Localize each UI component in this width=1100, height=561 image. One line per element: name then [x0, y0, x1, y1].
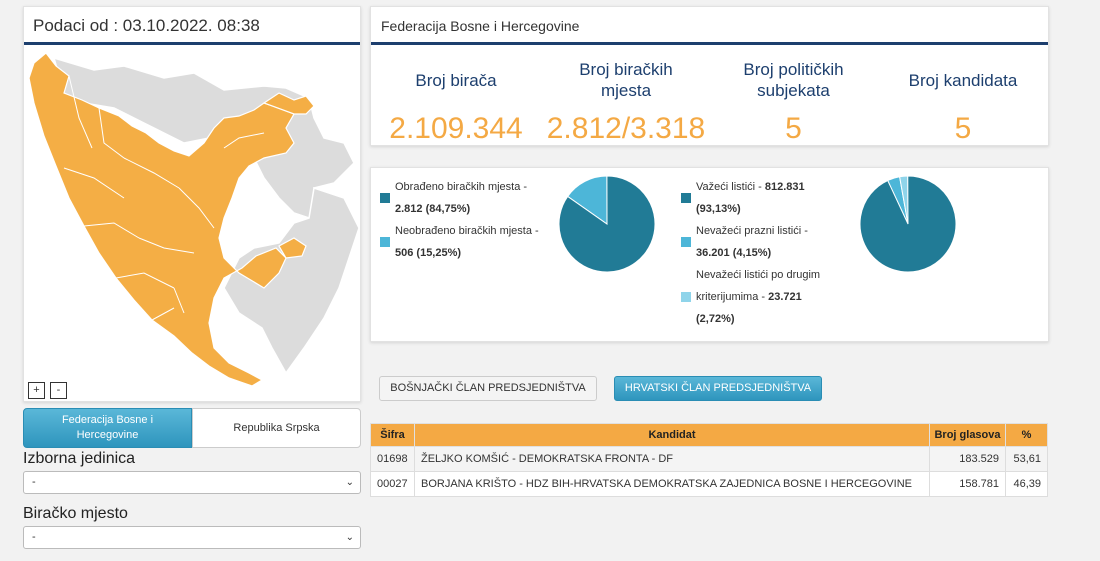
stats-panel: Federacija Bosne i Hercegovine Broj bira… — [370, 6, 1049, 146]
stat-parties-label: Broj političkih subjekata — [743, 60, 844, 100]
cell-code: 00027 — [370, 471, 415, 497]
chevron-down-icon: ⌄ — [345, 532, 354, 543]
polling-station-select[interactable]: - ⌄ — [23, 526, 361, 549]
stat-stations-value: 2.812/3.318 — [546, 112, 706, 145]
legend-valid-label: Važeći listići - — [696, 181, 762, 193]
header-candidate[interactable]: Kandidat — [414, 423, 930, 447]
legend-blank-value: 36.201 (4,15%) — [696, 247, 772, 259]
polling-station-value: - — [32, 531, 36, 543]
croat-member-button[interactable]: HRVATSKI ČLAN PREDSJEDNIŠTVA — [614, 376, 822, 401]
legend-valid-pct: (93,13%) — [696, 203, 741, 215]
map-region-rs-east[interactable] — [223, 187, 360, 375]
electoral-unit-select[interactable]: - ⌄ — [23, 471, 361, 494]
legend-other-label: Nevažeći listići po drugim — [696, 269, 821, 281]
legend-swatch-unprocessed — [380, 237, 390, 247]
legend-processed-label: Obrađeno biračkih mjesta - — [395, 181, 528, 193]
legend-swatch-processed — [380, 193, 390, 203]
stat-voters: Broj birača 2.109.344 — [371, 70, 541, 145]
pie-panel: Obrađeno biračkih mjesta - 2.812 (84,75%… — [370, 167, 1049, 342]
tab-federation[interactable]: Federacija Bosne i Hercegovine — [23, 408, 192, 448]
stat-parties: Broj političkih subjekata 5 — [711, 59, 876, 145]
tab-republika-srpska[interactable]: Republika Srpska — [192, 408, 361, 448]
bosniak-member-button[interactable]: BOŠNJAČKI ČLAN PREDSJEDNIŠTVA — [379, 376, 597, 401]
table-row[interactable]: 00027 BORJANA KRIŠTO - HDZ BIH-HRVATSKA … — [370, 471, 1048, 497]
legend-other-value: 23.721 — [768, 291, 802, 303]
electoral-unit-label: Izborna jedinica — [23, 450, 136, 467]
cell-candidate: ŽELJKO KOMŠIĆ - DEMOKRATSKA FRONTA - DF — [414, 446, 930, 472]
table-header-row: Šifra Kandidat Broj glasova % — [370, 423, 1048, 447]
stat-candidates: Broj kandidata 5 — [876, 70, 1050, 145]
header-code[interactable]: Šifra — [370, 423, 415, 447]
stat-stations: Broj biračkih mjesta 2.812/3.318 — [541, 59, 711, 145]
legend-valid-value: 812.831 — [764, 181, 805, 193]
stats-panel-title: Federacija Bosne i Hercegovine — [371, 7, 1048, 45]
electoral-unit-value: - — [32, 476, 36, 488]
processed-stations-pie — [558, 175, 656, 273]
chevron-down-icon: ⌄ — [345, 477, 354, 488]
cell-votes: 183.529 — [929, 446, 1006, 472]
ballots-pie — [859, 175, 957, 273]
table-row[interactable]: 01698 ŽELJKO KOMŠIĆ - DEMOKRATSKA FRONTA… — [370, 446, 1048, 472]
pie-slice-2 — [859, 175, 957, 273]
zoom-in-button[interactable]: + — [28, 382, 45, 399]
legend-other-label-2: kriterijumima - — [696, 291, 766, 303]
legend-processed-value: 2.812 (84,75%) — [395, 203, 471, 215]
stat-parties-value: 5 — [785, 112, 802, 145]
cell-candidate: BORJANA KRIŠTO - HDZ BIH-HRVATSKA DEMOKR… — [414, 471, 930, 497]
cell-votes: 158.781 — [929, 471, 1006, 497]
results-table: Šifra Kandidat Broj glasova % 01698 ŽELJ… — [370, 423, 1048, 497]
stat-voters-label: Broj birača — [415, 71, 497, 90]
cell-percent: 53,61 — [1005, 446, 1048, 472]
legend-other-pct: (2,72%) — [696, 313, 735, 325]
polling-station-label: Biračko mjesto — [23, 505, 128, 522]
legend-swatch-valid — [681, 193, 691, 203]
legend-swatch-blank — [681, 237, 691, 247]
entity-tabs: Federacija Bosne i Hercegovine Republika… — [23, 408, 361, 448]
map-panel: Podaci od : 03.10.2022. 08:38 + - — [23, 6, 361, 402]
legend-unprocessed-label: Neobrađeno biračkih mjesta - — [395, 225, 539, 237]
data-timestamp: Podaci od : 03.10.2022. 08:38 — [24, 7, 360, 45]
legend-swatch-other — [681, 292, 691, 302]
stat-voters-value: 2.109.344 — [389, 112, 523, 145]
legend-valid: Važeći listići - 812.831 — [696, 176, 805, 198]
cell-code: 01698 — [370, 446, 415, 472]
stat-candidates-label: Broj kandidata — [908, 71, 1018, 90]
header-votes[interactable]: Broj glasova — [929, 423, 1006, 447]
header-percent[interactable]: % — [1005, 423, 1048, 447]
legend-other: kriterijumima - 23.721 — [696, 286, 802, 308]
legend-blank-label: Nevažeći prazni listići - — [696, 225, 808, 237]
zoom-out-button[interactable]: - — [50, 382, 67, 399]
stat-candidates-value: 5 — [954, 112, 972, 145]
legend-unprocessed-value: 506 (15,25%) — [395, 247, 462, 259]
stat-stations-label: Broj biračkih mjesta — [579, 60, 673, 100]
bih-map[interactable] — [24, 48, 360, 401]
cell-percent: 46,39 — [1005, 471, 1048, 497]
